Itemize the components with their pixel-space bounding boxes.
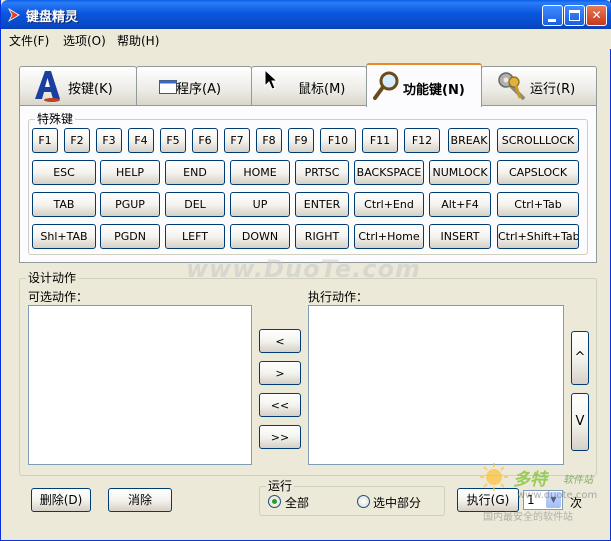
tab-keys-label: 按键(K): [68, 82, 113, 97]
main-window: 键盘精灵 ✕ 文件(F) 选项(O) 帮助(H) 按键(K) 程序(A) 鼠标(…: [0, 0, 611, 541]
tab-function-keys[interactable]: 功能键(N): [366, 63, 482, 107]
radio-selected[interactable]: [357, 495, 370, 508]
watermark-logo-text: 多特: [513, 470, 547, 490]
key-button[interactable]: F5: [160, 128, 186, 153]
key-button[interactable]: Ctrl+End: [354, 192, 424, 217]
watermark-slogan: 国内最安全的软件站: [483, 512, 573, 523]
close-button[interactable]: ✕: [586, 5, 607, 26]
executed-actions-list[interactable]: [308, 305, 564, 465]
key-button[interactable]: Ctrl+Tab: [497, 192, 579, 217]
tab-program[interactable]: 程序(A): [136, 66, 252, 106]
maximize-button[interactable]: [564, 5, 585, 26]
close-icon: ✕: [591, 8, 602, 22]
key-button[interactable]: F3: [96, 128, 122, 153]
available-actions-label: 可选动作：: [28, 290, 89, 304]
key-button[interactable]: Ctrl+Shift+Tab: [497, 224, 579, 249]
key-button[interactable]: END: [165, 160, 225, 185]
delete-button[interactable]: 删除(D): [31, 488, 91, 512]
key-button[interactable]: ESC: [32, 160, 96, 185]
window-icon: [159, 80, 177, 94]
executed-actions-label: 执行动作：: [308, 290, 369, 304]
tab-mouse-label: 鼠标(M): [298, 82, 346, 97]
key-button[interactable]: F2: [64, 128, 90, 153]
key-button[interactable]: LEFT: [165, 224, 225, 249]
tab-keys[interactable]: 按键(K): [19, 66, 137, 106]
move-down-button[interactable]: V: [571, 393, 589, 451]
key-button[interactable]: F6: [192, 128, 218, 153]
menu-file[interactable]: 文件(F): [9, 32, 49, 49]
tab-program-label: 程序(A): [176, 82, 222, 97]
tab-strip: 按键(K) 程序(A) 鼠标(M) 功能键(N) 运行(R): [19, 63, 597, 107]
watermark-logo: 多特 软件站 www.duote.com 国内最安全的软件站: [479, 462, 611, 524]
key-button[interactable]: UP: [230, 192, 290, 217]
tab-run-label: 运行(R): [530, 82, 576, 97]
key-button[interactable]: Ctrl+Home: [354, 224, 424, 249]
mouse-pointer-icon: [264, 69, 279, 90]
run-group-title: 运行: [266, 478, 295, 494]
key-button[interactable]: DOWN: [230, 224, 290, 249]
key-button[interactable]: CAPSLOCK: [497, 160, 579, 185]
key-button[interactable]: F12: [404, 128, 440, 153]
key-button[interactable]: TAB: [32, 192, 96, 217]
minimize-button[interactable]: [542, 5, 563, 26]
move-up-button[interactable]: ^: [571, 331, 589, 385]
window-title: 键盘精灵: [26, 10, 79, 25]
magnifier-icon: [373, 71, 399, 100]
key-button[interactable]: HOME: [230, 160, 290, 185]
key-button[interactable]: F11: [362, 128, 398, 153]
maximize-icon: [569, 10, 580, 21]
sun-logo-icon: [480, 463, 508, 491]
key-button[interactable]: NUMLOCK: [429, 160, 491, 185]
key-button[interactable]: DEL: [165, 192, 225, 217]
available-actions-list[interactable]: [28, 305, 252, 465]
key-button[interactable]: ENTER: [295, 192, 349, 217]
move-left-one-button[interactable]: >: [259, 361, 301, 385]
key-button[interactable]: F9: [288, 128, 314, 153]
title-bar[interactable]: 键盘精灵 ✕: [1, 0, 611, 29]
key-button[interactable]: HELP: [100, 160, 160, 185]
key-button[interactable]: F10: [320, 128, 356, 153]
key-button[interactable]: F1: [32, 128, 58, 153]
watermark-site: www.duote.com: [517, 490, 598, 501]
letter-a-icon: [35, 71, 60, 102]
move-all-left-button[interactable]: <<: [259, 393, 301, 417]
move-all-right-button[interactable]: >>: [259, 425, 301, 449]
menu-bar: 文件(F) 选项(O) 帮助(H): [1, 29, 611, 49]
move-right-one-button[interactable]: <: [259, 329, 301, 353]
watermark-logo-sub: 软件站: [563, 475, 593, 486]
special-keys-title: 特殊键: [35, 111, 76, 127]
app-arrow-icon: [8, 8, 20, 22]
design-group-title: 设计动作: [26, 270, 79, 286]
key-button[interactable]: RIGHT: [295, 224, 349, 249]
key-button[interactable]: SCROLLLOCK: [497, 128, 579, 153]
menu-help[interactable]: 帮助(H): [117, 32, 159, 49]
tab-run[interactable]: 运行(R): [481, 66, 597, 106]
key-button[interactable]: F8: [256, 128, 282, 153]
clear-button[interactable]: 消除: [108, 488, 172, 512]
function-keys-panel: 特殊键 F1 F2 F3 F4 F5 F6 F7 F8 F9 F10 F11 F12 BREAK SCRO…: [19, 105, 597, 263]
radio-selected-label: 选中部分: [373, 496, 422, 510]
menu-options[interactable]: 选项(O): [63, 32, 106, 49]
key-button[interactable]: BACKSPACE: [354, 160, 424, 185]
key-button[interactable]: BREAK: [448, 128, 490, 153]
key-button[interactable]: PGUP: [100, 192, 160, 217]
key-button[interactable]: PRTSC: [295, 160, 349, 185]
radio-all[interactable]: [268, 495, 281, 508]
key-button[interactable]: PGDN: [100, 224, 160, 249]
key-button[interactable]: Alt+F4: [429, 192, 491, 217]
tab-function-keys-label: 功能键(N): [403, 83, 465, 98]
radio-all-label: 全部: [285, 496, 310, 510]
key-button[interactable]: F4: [128, 128, 154, 153]
keys-icon: [498, 72, 526, 101]
key-button[interactable]: Shl+TAB: [32, 224, 96, 249]
tab-mouse[interactable]: 鼠标(M): [251, 66, 367, 106]
key-button[interactable]: INSERT: [429, 224, 491, 249]
minimize-icon: [548, 19, 556, 22]
key-button[interactable]: F7: [224, 128, 250, 153]
